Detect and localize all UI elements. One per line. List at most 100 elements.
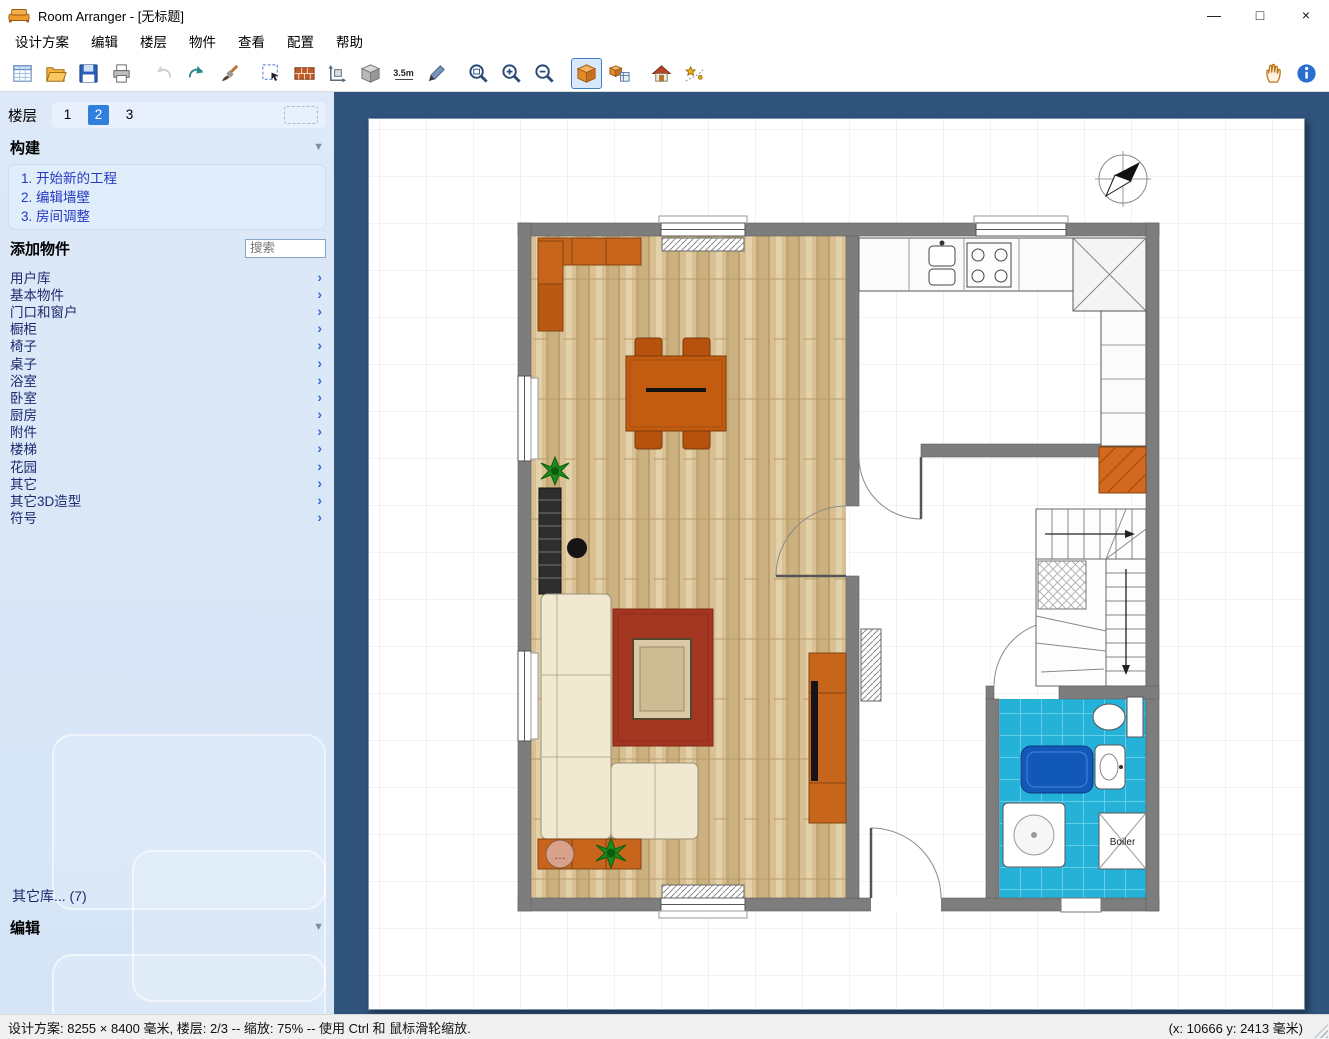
status-bar: 设计方案: 8255 × 8400 毫米, 楼层: 2/3 -- 缩放: 75%…: [0, 1014, 1329, 1039]
category-accessories[interactable]: 附件›: [10, 423, 322, 440]
menu-floor[interactable]: 楼层: [129, 30, 178, 56]
minimize-button[interactable]: —: [1191, 0, 1237, 30]
category-cabinets[interactable]: 橱柜›: [10, 320, 322, 337]
faucet: [940, 241, 945, 246]
category-other-3d[interactable]: 其它3D造型›: [10, 491, 322, 508]
chevron-right-icon: ›: [317, 337, 322, 353]
category-basic-objects[interactable]: 基本物件›: [10, 285, 322, 302]
menu-view[interactable]: 查看: [227, 30, 276, 56]
pan-hand-icon: [1262, 62, 1285, 85]
dimension-tool-button[interactable]: [322, 58, 353, 89]
menu-object[interactable]: 物件: [178, 30, 227, 56]
category-bedroom[interactable]: 卧室›: [10, 388, 322, 405]
zoom-in-icon: [500, 62, 523, 85]
redo-button[interactable]: [181, 58, 212, 89]
move-box-icon: [359, 62, 382, 85]
pen-tool-button[interactable]: [421, 58, 452, 89]
view-house-3d-button[interactable]: [646, 58, 677, 89]
floor-plan[interactable]: …: [369, 119, 1304, 1009]
walkthrough-icon: [683, 62, 706, 85]
print-icon: [110, 62, 133, 85]
collapse-edit-icon[interactable]: ▼: [313, 921, 324, 933]
build-title: 构建: [10, 137, 40, 158]
chevron-right-icon: ›: [317, 269, 322, 285]
wall-tool-button[interactable]: [289, 58, 320, 89]
category-tables[interactable]: 桌子›: [10, 354, 322, 371]
menu-edit[interactable]: 编辑: [80, 30, 129, 56]
chevron-right-icon: ›: [317, 406, 322, 422]
category-kitchen[interactable]: 厨房›: [10, 406, 322, 423]
status-plan-info: 设计方案: 8255 × 8400 毫米, 楼层: 2/3 -- 缩放: 75%…: [8, 1018, 471, 1037]
menu-options[interactable]: 配置: [276, 30, 325, 56]
select-area-icon: [260, 62, 283, 85]
sofa: [541, 594, 611, 839]
menu-help[interactable]: 帮助: [325, 30, 374, 56]
select-tool-button[interactable]: [256, 58, 287, 89]
round-table-dots: …: [554, 848, 566, 862]
pan-tool-button[interactable]: [1258, 58, 1289, 89]
build-steps-panel: 1. 开始新的工程 2. 编辑墙壁 3. 房间调整: [8, 164, 326, 230]
build-step-edit-walls[interactable]: 2. 编辑墙壁: [21, 188, 313, 207]
resize-grip[interactable]: [1314, 1024, 1328, 1038]
floor-more-button[interactable]: [284, 106, 318, 124]
toilet-tank: [1127, 697, 1143, 737]
view-3d-button[interactable]: [571, 58, 602, 89]
category-bathroom[interactable]: 浴室›: [10, 371, 322, 388]
category-garden[interactable]: 花园›: [10, 457, 322, 474]
window-title: Room Arranger - [无标题]: [38, 6, 184, 25]
floor-tab-3[interactable]: 3: [119, 105, 140, 125]
print-button[interactable]: [106, 58, 137, 89]
chevron-right-icon: ›: [317, 440, 322, 456]
collapse-build-icon[interactable]: ▼: [313, 141, 324, 153]
sink-basin: [929, 269, 955, 285]
menu-design[interactable]: 设计方案: [4, 30, 80, 56]
build-step-adjust-rooms[interactable]: 3. 房间调整: [21, 207, 313, 226]
chevron-right-icon: ›: [317, 423, 322, 439]
walkthrough-button[interactable]: [679, 58, 710, 89]
floor-tab-1[interactable]: 1: [57, 105, 78, 125]
zoom-fit-button[interactable]: [463, 58, 494, 89]
maximize-button[interactable]: □: [1237, 0, 1283, 30]
menu-bar: 设计方案 编辑 楼层 物件 查看 配置 帮助: [0, 30, 1329, 56]
zoom-out-icon: [533, 62, 556, 85]
floor-tab-2[interactable]: 2: [88, 105, 109, 125]
toolbar: 3.5m: [0, 56, 1329, 92]
new-document-icon: [11, 62, 34, 85]
measure-button[interactable]: 3.5m: [388, 58, 419, 89]
category-doors-windows[interactable]: 门口和窗户›: [10, 302, 322, 319]
close-button[interactable]: ×: [1283, 0, 1329, 30]
dimension-icon: [326, 62, 349, 85]
category-chairs[interactable]: 椅子›: [10, 337, 322, 354]
design-canvas[interactable]: …: [334, 92, 1329, 1014]
measure-label: 3.5m: [393, 68, 414, 78]
info-button[interactable]: [1291, 58, 1322, 89]
move-object-button[interactable]: [355, 58, 386, 89]
build-step-new-project[interactable]: 1. 开始新的工程: [21, 169, 313, 188]
decorative-shape: [52, 954, 326, 1014]
save-button[interactable]: [73, 58, 104, 89]
category-other[interactable]: 其它›: [10, 474, 322, 491]
boiler-label: Boiler: [1110, 837, 1136, 848]
plan-page[interactable]: …: [368, 118, 1305, 1010]
search-input[interactable]: [245, 239, 326, 258]
staircase[interactable]: [1036, 509, 1146, 686]
other-libraries-link[interactable]: 其它库... (7): [12, 886, 87, 906]
zoom-in-button[interactable]: [496, 58, 527, 89]
new-button[interactable]: [7, 58, 38, 89]
entrance-opening: [871, 897, 941, 912]
category-user-library[interactable]: 用户库›: [10, 268, 322, 285]
undo-button[interactable]: [148, 58, 179, 89]
dining-table: [626, 356, 726, 431]
toilet-bowl: [1093, 704, 1125, 730]
undo-icon: [152, 62, 175, 85]
format-brush-button[interactable]: [214, 58, 245, 89]
view-3d-icon: [575, 62, 598, 85]
chevron-right-icon: ›: [317, 372, 322, 388]
house-3d-icon: [650, 62, 673, 85]
category-symbols[interactable]: 符号›: [10, 509, 322, 526]
category-stairs[interactable]: 楼梯›: [10, 440, 322, 457]
open-button[interactable]: [40, 58, 71, 89]
tv: [811, 681, 818, 781]
zoom-out-button[interactable]: [529, 58, 560, 89]
view-3d-dual-button[interactable]: [604, 58, 635, 89]
